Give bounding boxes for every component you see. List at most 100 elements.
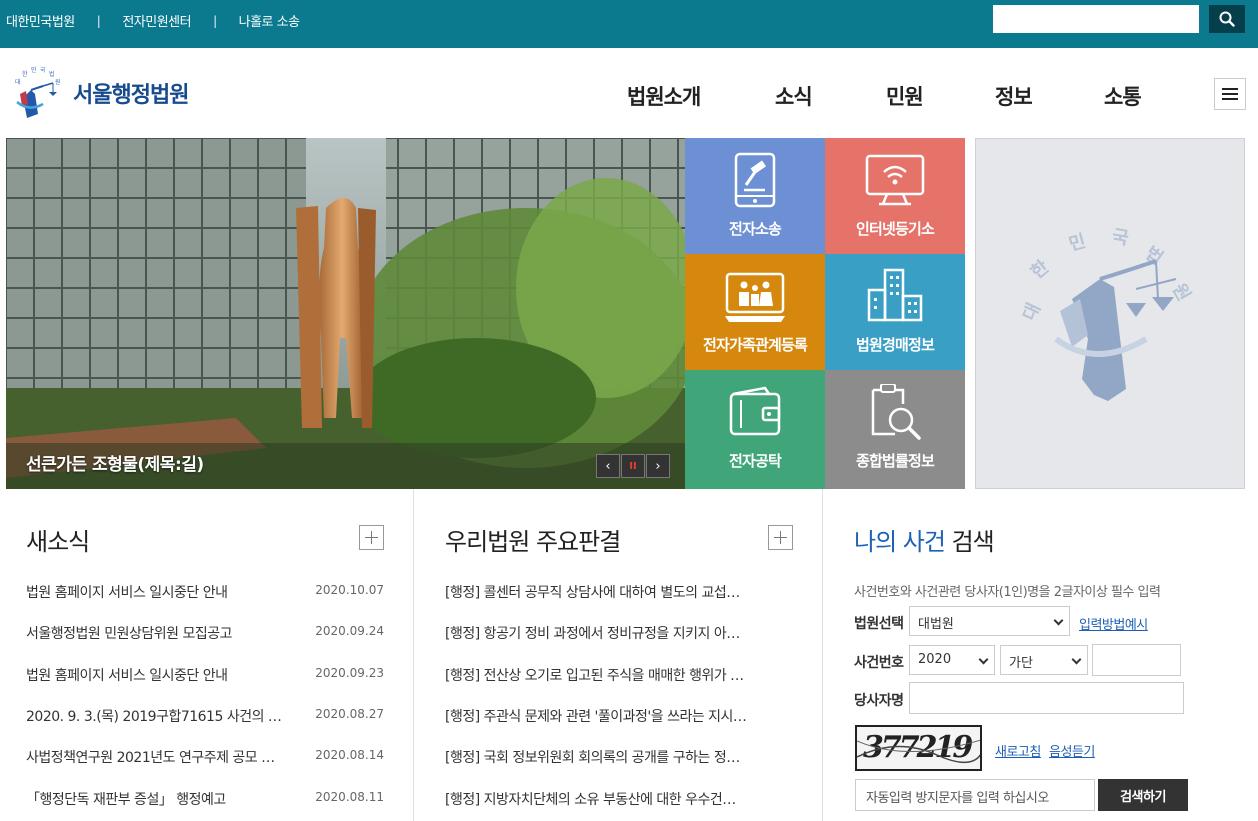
site-logo[interactable]: 대한민 국법원 서울행정법원: [9, 64, 189, 122]
nav-news[interactable]: 소식: [775, 81, 813, 111]
hero-caption: 선큰가든 조형물(제목:길): [26, 455, 204, 475]
slideshow-controls: ‹ II ›: [596, 454, 670, 478]
news-item-date: 2020.08.11: [315, 790, 384, 804]
emblem-char: 한: [1027, 256, 1054, 283]
link-self-litigation[interactable]: 나홀로 소송: [239, 11, 300, 30]
news-item-date: 2020.09.24: [315, 624, 384, 638]
tile-court-auction[interactable]: 법원경매정보: [825, 254, 965, 370]
party-name-input[interactable]: [909, 682, 1184, 714]
captcha-noise: [857, 739, 980, 764]
nav-civil-service[interactable]: 민원: [886, 81, 924, 111]
site-search-input[interactable]: [993, 5, 1199, 33]
top-utility-bar: 대한민국법원 | 전자민원센터 | 나홀로 소송: [0, 0, 1258, 48]
tile-label: 인터넷등기소: [855, 220, 935, 238]
news-item-title: 사법정책연구원 2021년도 연구주제 공모 …: [26, 750, 275, 766]
list-item[interactable]: [행정] 전산상 오기로 입고된 주식을 매매한 행위가 …: [445, 665, 755, 685]
list-item[interactable]: [행정] 주관식 문제와 관련 '풀이과정'을 쓰라는 지시…: [445, 706, 755, 726]
court-select[interactable]: 대법원: [909, 606, 1070, 636]
tile-label: 법원경매정보: [855, 336, 935, 354]
captcha-audio-link[interactable]: 음성듣기: [1049, 741, 1095, 760]
court-select-label: 법원선택: [854, 616, 904, 632]
list-item[interactable]: 법원 홈페이지 서비스 일시중단 안내 2020.09.23: [26, 665, 386, 685]
site-search-button[interactable]: [1209, 5, 1245, 33]
svg-text:법: 법: [49, 70, 55, 78]
family-icon: [725, 272, 785, 322]
case-type-value: 가단: [1009, 656, 1033, 671]
tile-legal-info[interactable]: 종합법률정보: [825, 370, 965, 489]
separator: |: [213, 13, 217, 28]
link-korean-courts[interactable]: 대한민국법원: [6, 11, 75, 30]
court-emblem-icon: 대 한 민 국 법 원: [1019, 226, 1194, 401]
party-name-label: 당사자명: [854, 693, 904, 709]
emblem-char: 원: [1168, 280, 1194, 305]
list-item[interactable]: 서울행정법원 민원상담위원 모집공고 2020.09.24: [26, 623, 386, 643]
news-item-title: 서울행정법원 민원상담위원 모집공고: [26, 626, 232, 642]
site-name: 서울행정법원: [73, 83, 189, 108]
pause-slide-button[interactable]: II: [621, 454, 645, 478]
next-slide-button[interactable]: ›: [646, 454, 670, 478]
emblem-char: 민: [1067, 231, 1088, 256]
prev-slide-button[interactable]: ‹: [596, 454, 620, 478]
monitor-wifi-icon: [865, 154, 925, 206]
news-item-date: 2020.08.14: [315, 748, 384, 762]
case-serial-input[interactable]: [1092, 644, 1181, 676]
chevron-down-icon: [1071, 654, 1082, 665]
buildings-icon: [867, 268, 923, 322]
tile-label: 전자소송: [728, 220, 782, 238]
nav-information[interactable]: 정보: [995, 81, 1033, 111]
tablet-gavel-icon: [734, 152, 776, 208]
news-item-date: 2020.10.07: [315, 583, 384, 597]
tile-e-litigation[interactable]: 전자소송: [685, 138, 825, 254]
link-e-civil-center[interactable]: 전자민원센터: [122, 11, 191, 30]
separator: |: [96, 13, 101, 28]
court-select-value: 대법원: [918, 617, 954, 632]
case-search-title: 나의 사건 검색: [854, 522, 995, 557]
news-title: 새소식: [26, 528, 90, 556]
emblem-char: 대: [1019, 300, 1045, 324]
judgments-more-plus-icon[interactable]: [768, 525, 793, 550]
list-item[interactable]: 2020. 9. 3.(목) 2019구합71615 사건의 … 2020.08.…: [26, 706, 386, 726]
family-site-links: 대한민국법원 | 전자민원센터 | 나홀로 소송: [6, 11, 300, 31]
court-emblem-panel: 대 한 민 국 법 원: [975, 138, 1245, 489]
nav-communication[interactable]: 소통: [1104, 81, 1142, 111]
tile-internet-registry[interactable]: 인터넷등기소: [825, 138, 965, 254]
hamburger-icon[interactable]: [1214, 78, 1246, 110]
news-item-title: 법원 홈페이지 서비스 일시중단 안내: [26, 585, 228, 601]
list-item[interactable]: 「행정단독 재판부 증설」 행정예고 2020.08.11: [26, 789, 386, 809]
list-item[interactable]: 법원 홈페이지 서비스 일시중단 안내 2020.10.07: [26, 582, 386, 602]
news-more-plus-icon[interactable]: [359, 525, 384, 550]
list-item[interactable]: [행정] 국회 정보위원회 회의록의 공개를 구하는 정…: [445, 747, 755, 767]
tile-label: 전자가족관계등록: [702, 336, 808, 354]
tile-e-family-registration[interactable]: 전자가족관계등록: [685, 254, 825, 370]
case-search-button[interactable]: 검색하기: [1098, 779, 1188, 811]
judgments-title: 우리법원 주요판결: [445, 528, 621, 556]
tile-label: 전자공탁: [728, 452, 782, 470]
case-year-value: 2020: [918, 652, 952, 667]
wallet-icon: [729, 386, 781, 436]
list-item[interactable]: [행정] 콜센터 공무직 상담사에 대하여 별도의 교섭…: [445, 582, 755, 602]
svg-text:민: 민: [31, 66, 37, 74]
captcha-input[interactable]: 자동입력 방지문자를 입력 하십시오: [855, 779, 1095, 811]
list-item[interactable]: 사법정책연구원 2021년도 연구주제 공모 … 2020.08.14: [26, 747, 386, 767]
svg-text:대: 대: [15, 78, 21, 86]
tile-e-deposit[interactable]: 전자공탁: [685, 370, 825, 489]
captcha-refresh-link[interactable]: 새로고침: [995, 741, 1041, 760]
nav-court-intro[interactable]: 법원소개: [627, 81, 701, 111]
news-item-date: 2020.08.27: [315, 707, 384, 721]
case-type-select[interactable]: 가단: [1000, 645, 1088, 675]
site-header: 대한민 국법원 서울행정법원 법원소개 소식 민원 정보 소통: [0, 48, 1258, 138]
svg-text:원: 원: [55, 78, 61, 86]
case-year-select[interactable]: 2020: [909, 645, 995, 675]
list-item[interactable]: [행정] 항공기 정비 과정에서 정비규정을 지키지 아…: [445, 623, 755, 643]
input-guide-link[interactable]: 입력방법예시: [1079, 614, 1148, 633]
news-item-title: 2020. 9. 3.(목) 2019구합71615 사건의 …: [26, 709, 282, 725]
tile-label: 종합법률정보: [855, 452, 935, 470]
case-search-description: 사건번호와 사건관련 당사자(1인)명을 2글자이상 필수 입력: [854, 585, 1161, 600]
emblem-char: 국: [1110, 226, 1130, 250]
news-item-title: 「행정단독 재판부 증설」 행정예고: [26, 792, 226, 808]
search-icon: [1219, 11, 1235, 27]
judgments-section: 우리법원 주요판결 [행정] 콜센터 공무직 상담사에 대하여 별도의 교섭… …: [415, 489, 823, 821]
svg-text:국: 국: [40, 67, 46, 74]
news-item-date: 2020.09.23: [315, 666, 384, 680]
list-item[interactable]: [행정] 지방자치단체의 소유 부동산에 대한 우수건…: [445, 789, 755, 809]
